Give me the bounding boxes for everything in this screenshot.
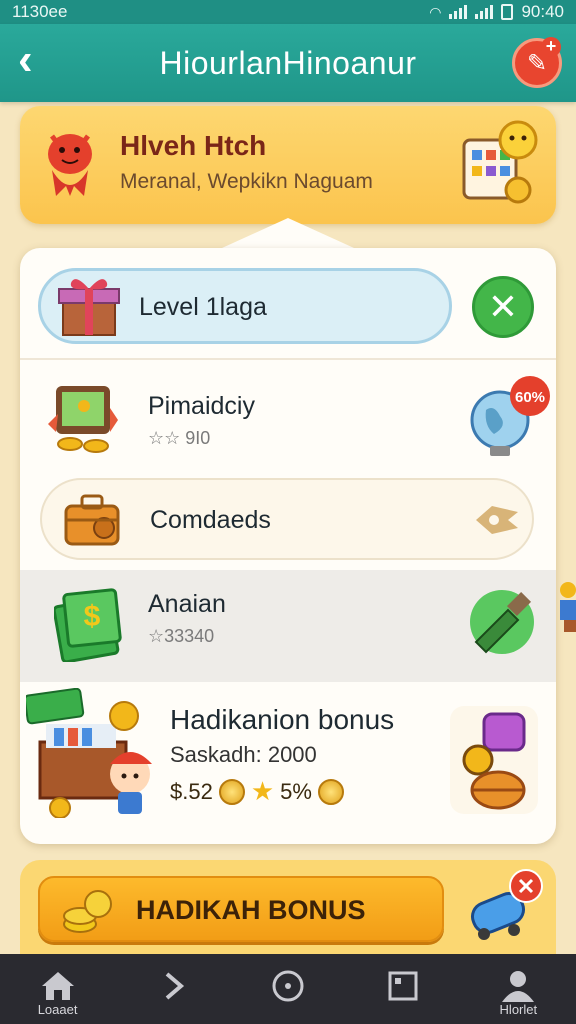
bonus-button-label: HADIKAH BONUS — [136, 895, 366, 925]
toolbox-icon — [470, 869, 543, 940]
bottom-nav: Loaaet Hlorlet — [0, 954, 576, 1024]
battery-icon — [501, 4, 514, 20]
status-bar: 1130ee ◠ 90:40 — [0, 0, 576, 24]
row-title: Comdaeds — [150, 506, 271, 534]
nav-profile[interactable]: Hlorlet — [473, 954, 563, 1024]
home-icon — [41, 972, 74, 1000]
signal-icon — [449, 5, 468, 19]
star-icon: ★ — [250, 776, 275, 806]
list-item-anaian[interactable]: $ Anaian ☆33340 — [20, 570, 556, 682]
bottle-icon — [470, 590, 534, 654]
level-label: Level 1laga — [139, 293, 267, 321]
list-item-pimaidciy[interactable]: Pimaidciy ☆☆ 9I0 60% — [20, 360, 556, 476]
person-icon — [502, 971, 535, 1002]
bonus-stat-2: 5% — [280, 778, 312, 804]
wifi-icon: ◠ — [429, 3, 442, 20]
bonus-card: HADIKAH BONUS — [20, 860, 556, 954]
nav-home[interactable]: Loaaet — [13, 954, 103, 1024]
briefcase-icon — [64, 494, 120, 546]
profile-subtitle: Meranal, Wepkikn Naguam — [120, 170, 373, 193]
nav-square[interactable] — [358, 954, 448, 1024]
app-header: ‹ HiourlanHinoanur ✎ + — [0, 24, 576, 102]
row-meta: ☆☆ 9I0 — [148, 428, 211, 448]
game-board-icon — [462, 120, 538, 204]
status-icons: ◠ 90:40 — [429, 2, 564, 22]
chevron-right-icon — [165, 972, 184, 1000]
tag-icon — [476, 506, 518, 534]
row-title: Anaian — [148, 590, 226, 618]
square-icon — [388, 971, 418, 1001]
gift-icon — [58, 279, 120, 336]
bonus-art-tile[interactable] — [450, 706, 538, 814]
close-button[interactable]: ✕ — [472, 276, 534, 338]
nav-label: Loaaet — [37, 1002, 78, 1017]
row-meta: ☆33340 — [148, 626, 215, 646]
circle-icon — [272, 970, 304, 1002]
status-right-text: 90:40 — [521, 2, 564, 21]
profile-name: Hlveh Htch — [120, 130, 267, 161]
edit-button[interactable]: ✎ + — [512, 37, 562, 88]
main-panel: Level 1laga ✕ Pimaidciy ☆☆ 9I0 60% Comda… — [20, 248, 556, 844]
mascot-icon — [48, 134, 92, 196]
plus-icon: + — [541, 37, 561, 57]
page-title: HiourlanHinoanur — [159, 44, 417, 81]
coin-icon — [317, 778, 344, 805]
bonus-subtitle: Saskadh: 2000 — [170, 742, 317, 767]
cash-icon: $ — [54, 588, 122, 662]
nav-circle[interactable] — [243, 954, 333, 1024]
discount-badge: 60% — [515, 389, 545, 406]
back-button[interactable]: ‹ — [18, 38, 58, 84]
tablet-coins-icon — [48, 386, 118, 453]
bonus-stats: $.52 ★ 5% — [170, 776, 344, 807]
list-item-comdaeds[interactable]: Comdaeds — [40, 478, 534, 560]
level-banner[interactable]: Level 1laga — [38, 268, 452, 344]
bonus-stat-1: $.52 — [170, 778, 213, 804]
globe-bulb-icon: 60% — [470, 376, 550, 456]
signal-icon-2 — [475, 5, 494, 19]
side-character-icon — [560, 582, 576, 632]
coins-icon — [63, 890, 112, 933]
close-icon: ✕ — [487, 286, 519, 327]
nav-forward[interactable] — [128, 954, 218, 1024]
coin-icon — [218, 778, 245, 805]
bonus-button[interactable]: HADIKAH BONUS — [38, 876, 444, 942]
svg-text:$: $ — [84, 600, 101, 633]
status-time: 1130ee — [12, 2, 68, 21]
row-title: Pimaidciy — [148, 392, 255, 420]
chevron-left-icon: ‹ — [18, 35, 33, 84]
nav-label: Hlorlet — [499, 1002, 538, 1017]
treasure-chest-icon — [26, 688, 152, 818]
profile-card: Hlveh Htch Meranal, Wepkikn Naguam — [20, 106, 556, 224]
barrel-coins-icon — [462, 712, 526, 810]
bonus-title: Hadikanion bonus — [170, 704, 395, 735]
